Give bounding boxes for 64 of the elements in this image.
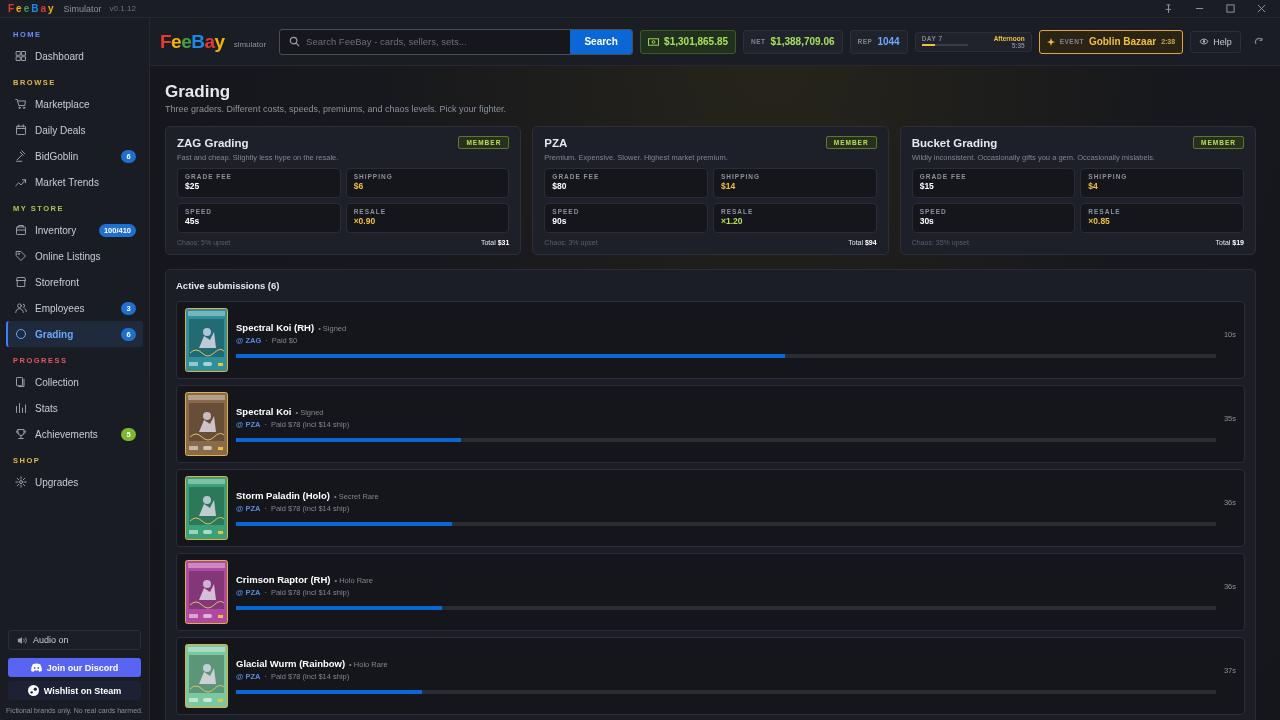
cart-icon [15, 98, 27, 110]
logo-subtitle: simulator [233, 40, 267, 49]
stat-value: $6 [353, 181, 365, 191]
gear-icon [15, 476, 27, 488]
eye-icon [1199, 38, 1210, 45]
discord-button[interactable]: Join our Discord [8, 658, 141, 677]
sidebar-item[interactable]: Online Listings [6, 243, 143, 269]
grader-name: ZAG Grading [177, 136, 249, 149]
stat-value: ×0.90 [353, 216, 377, 226]
cards-icon [15, 376, 27, 388]
hammer-icon [15, 150, 27, 162]
controller-icon [30, 663, 42, 672]
app-name: Simulator [63, 3, 102, 14]
cash-display: $1,301,865.85 [640, 29, 737, 54]
stat-value: 90s [552, 216, 568, 226]
calendar-icon [15, 124, 27, 136]
search-icon [289, 36, 301, 47]
trend-icon [15, 176, 27, 188]
grader-name: Bucket Grading [911, 136, 998, 149]
app-logo: FeeBay [160, 30, 225, 53]
grader-name: PZA [544, 136, 568, 149]
stat-value: 30s [919, 216, 935, 226]
stat-value: 45s [185, 216, 201, 226]
sidebar-item[interactable]: Daily Deals [6, 117, 143, 143]
tag-icon [15, 250, 27, 262]
help-button[interactable]: Help [1190, 30, 1241, 53]
steam-icon [27, 685, 39, 696]
refresh-icon[interactable] [1253, 36, 1264, 47]
circle-icon [15, 328, 27, 340]
banknote-icon [648, 37, 660, 46]
app-logo: FeeBay [8, 3, 56, 14]
store-icon [15, 276, 27, 288]
steam-button[interactable]: Wishlist on Steam [8, 681, 141, 700]
bar-chart-icon [15, 402, 27, 414]
sidebar-item[interactable]: Upgrades [6, 469, 143, 495]
pin-icon[interactable] [1164, 4, 1173, 13]
sidebar-item[interactable]: Dashboard [6, 43, 143, 69]
stat-value: $80 [552, 181, 568, 191]
grid-icon [15, 50, 27, 62]
people-icon [15, 302, 27, 314]
sidebar-item[interactable]: Marketplace [6, 91, 143, 117]
sidebar-item[interactable]: Collection [6, 369, 143, 395]
stat-value: ×1.20 [721, 216, 744, 226]
audio-toggle[interactable]: Audio on [8, 630, 141, 650]
maximize-icon[interactable] [1226, 4, 1235, 13]
panel-title: Active submissions (6) [176, 280, 280, 291]
trophy-icon [15, 428, 27, 440]
speaker-icon [17, 635, 27, 645]
sidebar-item[interactable]: Stats [6, 395, 143, 421]
sparkle-icon [1046, 37, 1055, 46]
search-field[interactable]: Search FeeBay - cards, sellers, sets... Search [279, 28, 634, 55]
stat-value: $15 [919, 181, 935, 191]
version-label: v0.1.12 [109, 4, 136, 13]
page-title: Grading [165, 82, 232, 102]
search-button[interactable]: Search [570, 29, 633, 54]
page-subtitle: Three graders. Different costs, speeds, premiums, and chaos levels. Pick your fighter. [165, 104, 506, 114]
sidebar-item[interactable]: Storefront [6, 269, 143, 295]
box-icon [15, 224, 27, 236]
sidebar-item[interactable]: Market Trends [6, 169, 143, 195]
stat-value: $4 [1088, 181, 1099, 191]
close-icon[interactable] [1257, 4, 1266, 13]
stat-value: $25 [185, 181, 201, 191]
stat-value: $14 [721, 181, 737, 191]
stat-value: ×0.85 [1088, 216, 1111, 226]
